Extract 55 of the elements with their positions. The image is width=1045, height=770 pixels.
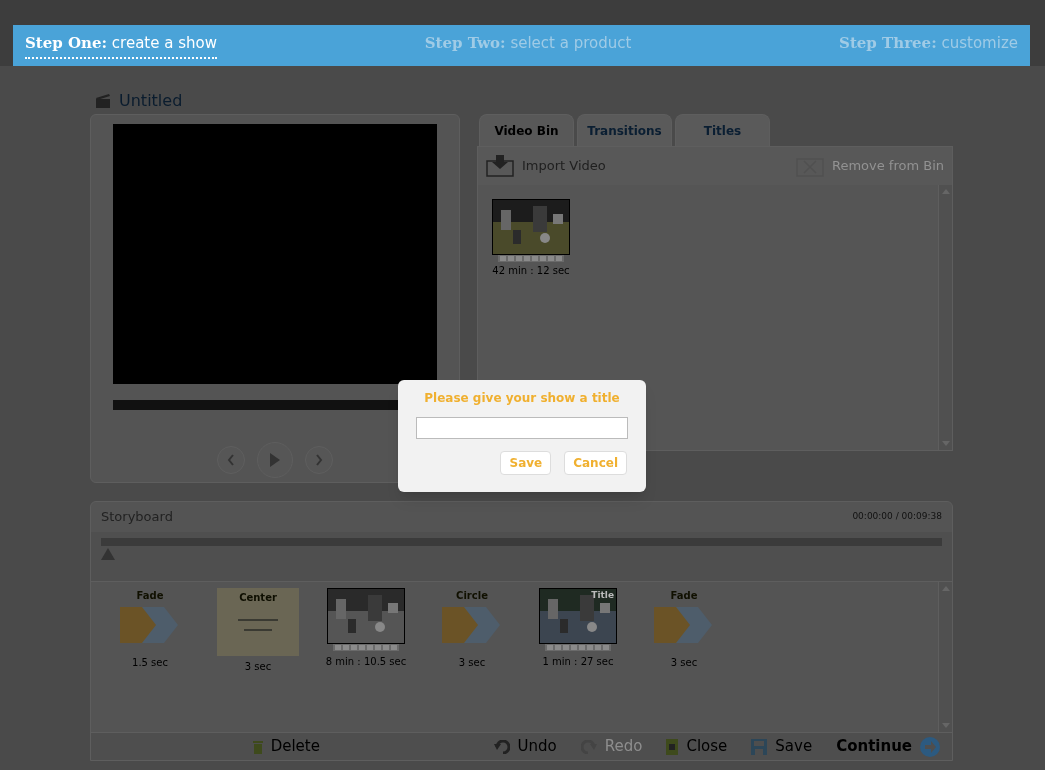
undo-button[interactable]: Undo — [481, 733, 569, 760]
transition-name: Circle — [456, 589, 488, 603]
transition-name: Fade — [670, 589, 698, 603]
close-button[interactable]: Close — [654, 733, 740, 760]
storyboard-clip[interactable]: 8 min : 10.5 sec — [327, 588, 405, 732]
dialog-prompt: Please give your show a title — [424, 390, 620, 407]
step-tab[interactable]: Step One: create a show — [25, 32, 217, 59]
transition-item[interactable]: Circle 3 sec — [433, 588, 511, 732]
next-button[interactable] — [305, 446, 333, 474]
show-title: Untitled — [119, 90, 183, 112]
undo-icon — [493, 739, 510, 754]
clapperboard-icon — [95, 94, 111, 108]
text-lines-icon — [238, 619, 278, 633]
storyboard-clip[interactable]: Title 1 min : 27 sec — [539, 588, 617, 732]
clip-duration: 42 min : 12 sec — [492, 264, 570, 278]
play-icon — [269, 452, 281, 468]
step-tab[interactable]: Step Three: customize — [839, 32, 1018, 59]
document-icon — [666, 738, 679, 755]
film-strip-icon — [545, 644, 611, 651]
chevron-right-icon — [315, 454, 323, 466]
title-label: Title — [591, 589, 614, 602]
item-duration: 8 min : 10.5 sec — [325, 655, 407, 669]
title-input-field[interactable] — [416, 417, 628, 439]
item-duration: 1.5 sec — [132, 656, 168, 670]
timecode: 00:00:00 / 00:09:38 — [852, 510, 942, 524]
transition-item[interactable]: Fade 3 sec — [645, 588, 723, 732]
save-button[interactable]: Save — [739, 733, 825, 760]
tab[interactable]: Transitions — [577, 114, 672, 146]
previous-button[interactable] — [217, 446, 245, 474]
transition-item[interactable]: Fade 1.5 sec — [111, 588, 189, 732]
dialog-button[interactable]: Cancel — [564, 451, 627, 475]
transition-name: Fade — [136, 589, 164, 603]
scrollbar[interactable] — [938, 185, 952, 450]
item-duration: 3 sec — [670, 656, 698, 670]
chevron-left-icon — [227, 454, 235, 466]
playhead-icon — [101, 548, 115, 560]
item-duration: 3 sec — [244, 660, 272, 674]
film-strip-icon — [498, 255, 564, 262]
item-duration: 3 sec — [458, 656, 486, 670]
download-icon — [486, 155, 514, 177]
trash-icon — [252, 739, 263, 754]
scrollbar[interactable] — [938, 582, 952, 732]
delete-button[interactable]: Delete — [240, 733, 332, 760]
film-strip-icon — [333, 644, 399, 651]
title-card-item[interactable]: Center 3 sec — [217, 588, 299, 732]
tab[interactable]: Video Bin — [479, 114, 574, 146]
play-button[interactable] — [257, 442, 293, 478]
continue-button[interactable]: Continue — [824, 733, 952, 760]
tab[interactable]: Titles — [675, 114, 770, 146]
dialog-button[interactable]: Save — [500, 451, 552, 475]
title-card-name: Center — [239, 591, 277, 605]
item-duration: 1 min : 27 sec — [542, 655, 614, 669]
import-video-button[interactable]: Import Video — [486, 155, 606, 177]
arrow-right-circle-icon — [920, 736, 940, 757]
step-tab[interactable]: Step Two: select a product — [424, 32, 632, 59]
